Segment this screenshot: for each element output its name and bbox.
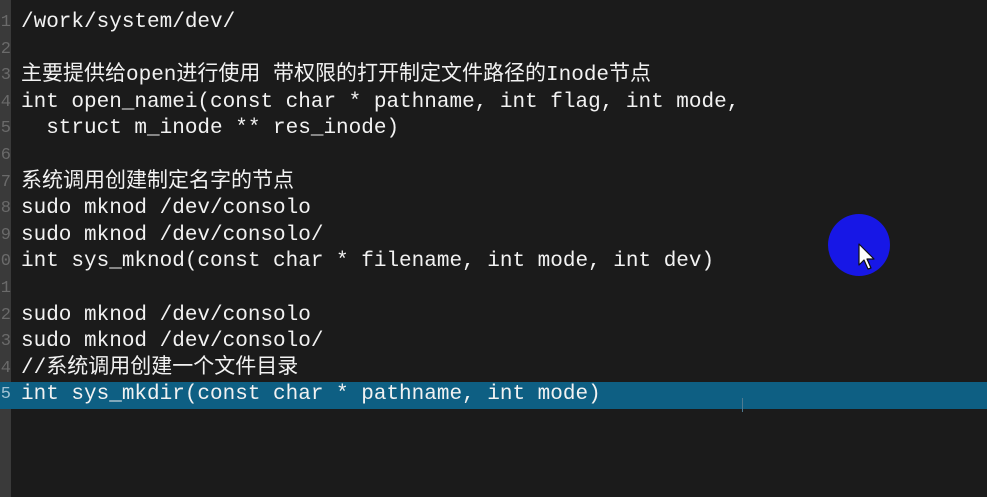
line-number: 4 xyxy=(0,92,11,112)
code-line[interactable]: 2 xyxy=(0,37,987,64)
line-text: sudo mknod /dev/consolo xyxy=(21,303,311,327)
line-number: 6 xyxy=(0,145,11,165)
code-line[interactable]: 2 sudo mknod /dev/consolo xyxy=(0,303,987,330)
line-text: int sys_mkdir(const char * pathname, int… xyxy=(21,383,601,407)
code-line[interactable]: 3 主要提供给open进行使用 带权限的打开制定文件路径的Inode节点 xyxy=(0,63,987,90)
line-text: 系统调用创建制定名字的节点 xyxy=(21,170,294,194)
line-text: //系统调用创建一个文件目录 xyxy=(21,356,299,380)
line-text: sudo mknod /dev/consolo/ xyxy=(21,223,324,247)
line-number: 9 xyxy=(0,225,11,245)
line-number: 4 xyxy=(0,358,11,378)
line-number: 5 xyxy=(0,385,11,405)
code-line[interactable]: 6 xyxy=(0,143,987,170)
line-number: 2 xyxy=(0,39,11,59)
line-text: int sys_mknod(const char * filename, int… xyxy=(21,250,715,274)
current-code-line[interactable]: 5 int sys_mkdir(const char * pathname, in… xyxy=(0,382,987,409)
code-line[interactable]: 7 系统调用创建制定名字的节点 xyxy=(0,170,987,197)
code-line[interactable]: 3 sudo mknod /dev/consolo/ xyxy=(0,329,987,356)
line-number: 3 xyxy=(0,332,11,352)
line-number: 8 xyxy=(0,199,11,219)
code-line[interactable]: 4 //系统调用创建一个文件目录 xyxy=(0,356,987,383)
code-editor[interactable]: 1/work/system/dev/ 2 3 主要提供给open进行使用 带权限的… xyxy=(0,0,987,497)
line-number: 5 xyxy=(0,119,11,139)
line-text: struct m_inode ** res_inode) xyxy=(21,117,400,141)
code-line[interactable]: 1/work/system/dev/ xyxy=(0,10,987,37)
line-text: sudo mknod /dev/consolo/ xyxy=(21,330,324,354)
line-number: 2 xyxy=(0,305,11,325)
line-text: /work/system/dev/ xyxy=(21,11,236,34)
code-line[interactable]: 5 struct m_inode ** res_inode) xyxy=(0,116,987,143)
mouse-pointer-icon xyxy=(858,243,875,270)
line-number: 1 xyxy=(0,278,11,298)
code-line[interactable]: 8 sudo mknod /dev/consolo xyxy=(0,196,987,223)
text-caret xyxy=(742,398,743,412)
line-text: int open_namei(const char * pathname, in… xyxy=(21,90,740,114)
line-number: 1 xyxy=(0,13,11,32)
code-line[interactable]: 4 int open_namei(const char * pathname, i… xyxy=(0,90,987,117)
code-line[interactable]: 1 xyxy=(0,276,987,303)
line-number: 7 xyxy=(0,172,11,192)
line-number: 3 xyxy=(0,66,11,86)
line-text: 主要提供给open进行使用 带权限的打开制定文件路径的Inode节点 xyxy=(21,64,652,88)
editor-lines[interactable]: 1/work/system/dev/ 2 3 主要提供给open进行使用 带权限的… xyxy=(0,10,987,409)
line-number: 0 xyxy=(0,252,11,272)
line-text: sudo mknod /dev/consolo xyxy=(21,197,311,221)
